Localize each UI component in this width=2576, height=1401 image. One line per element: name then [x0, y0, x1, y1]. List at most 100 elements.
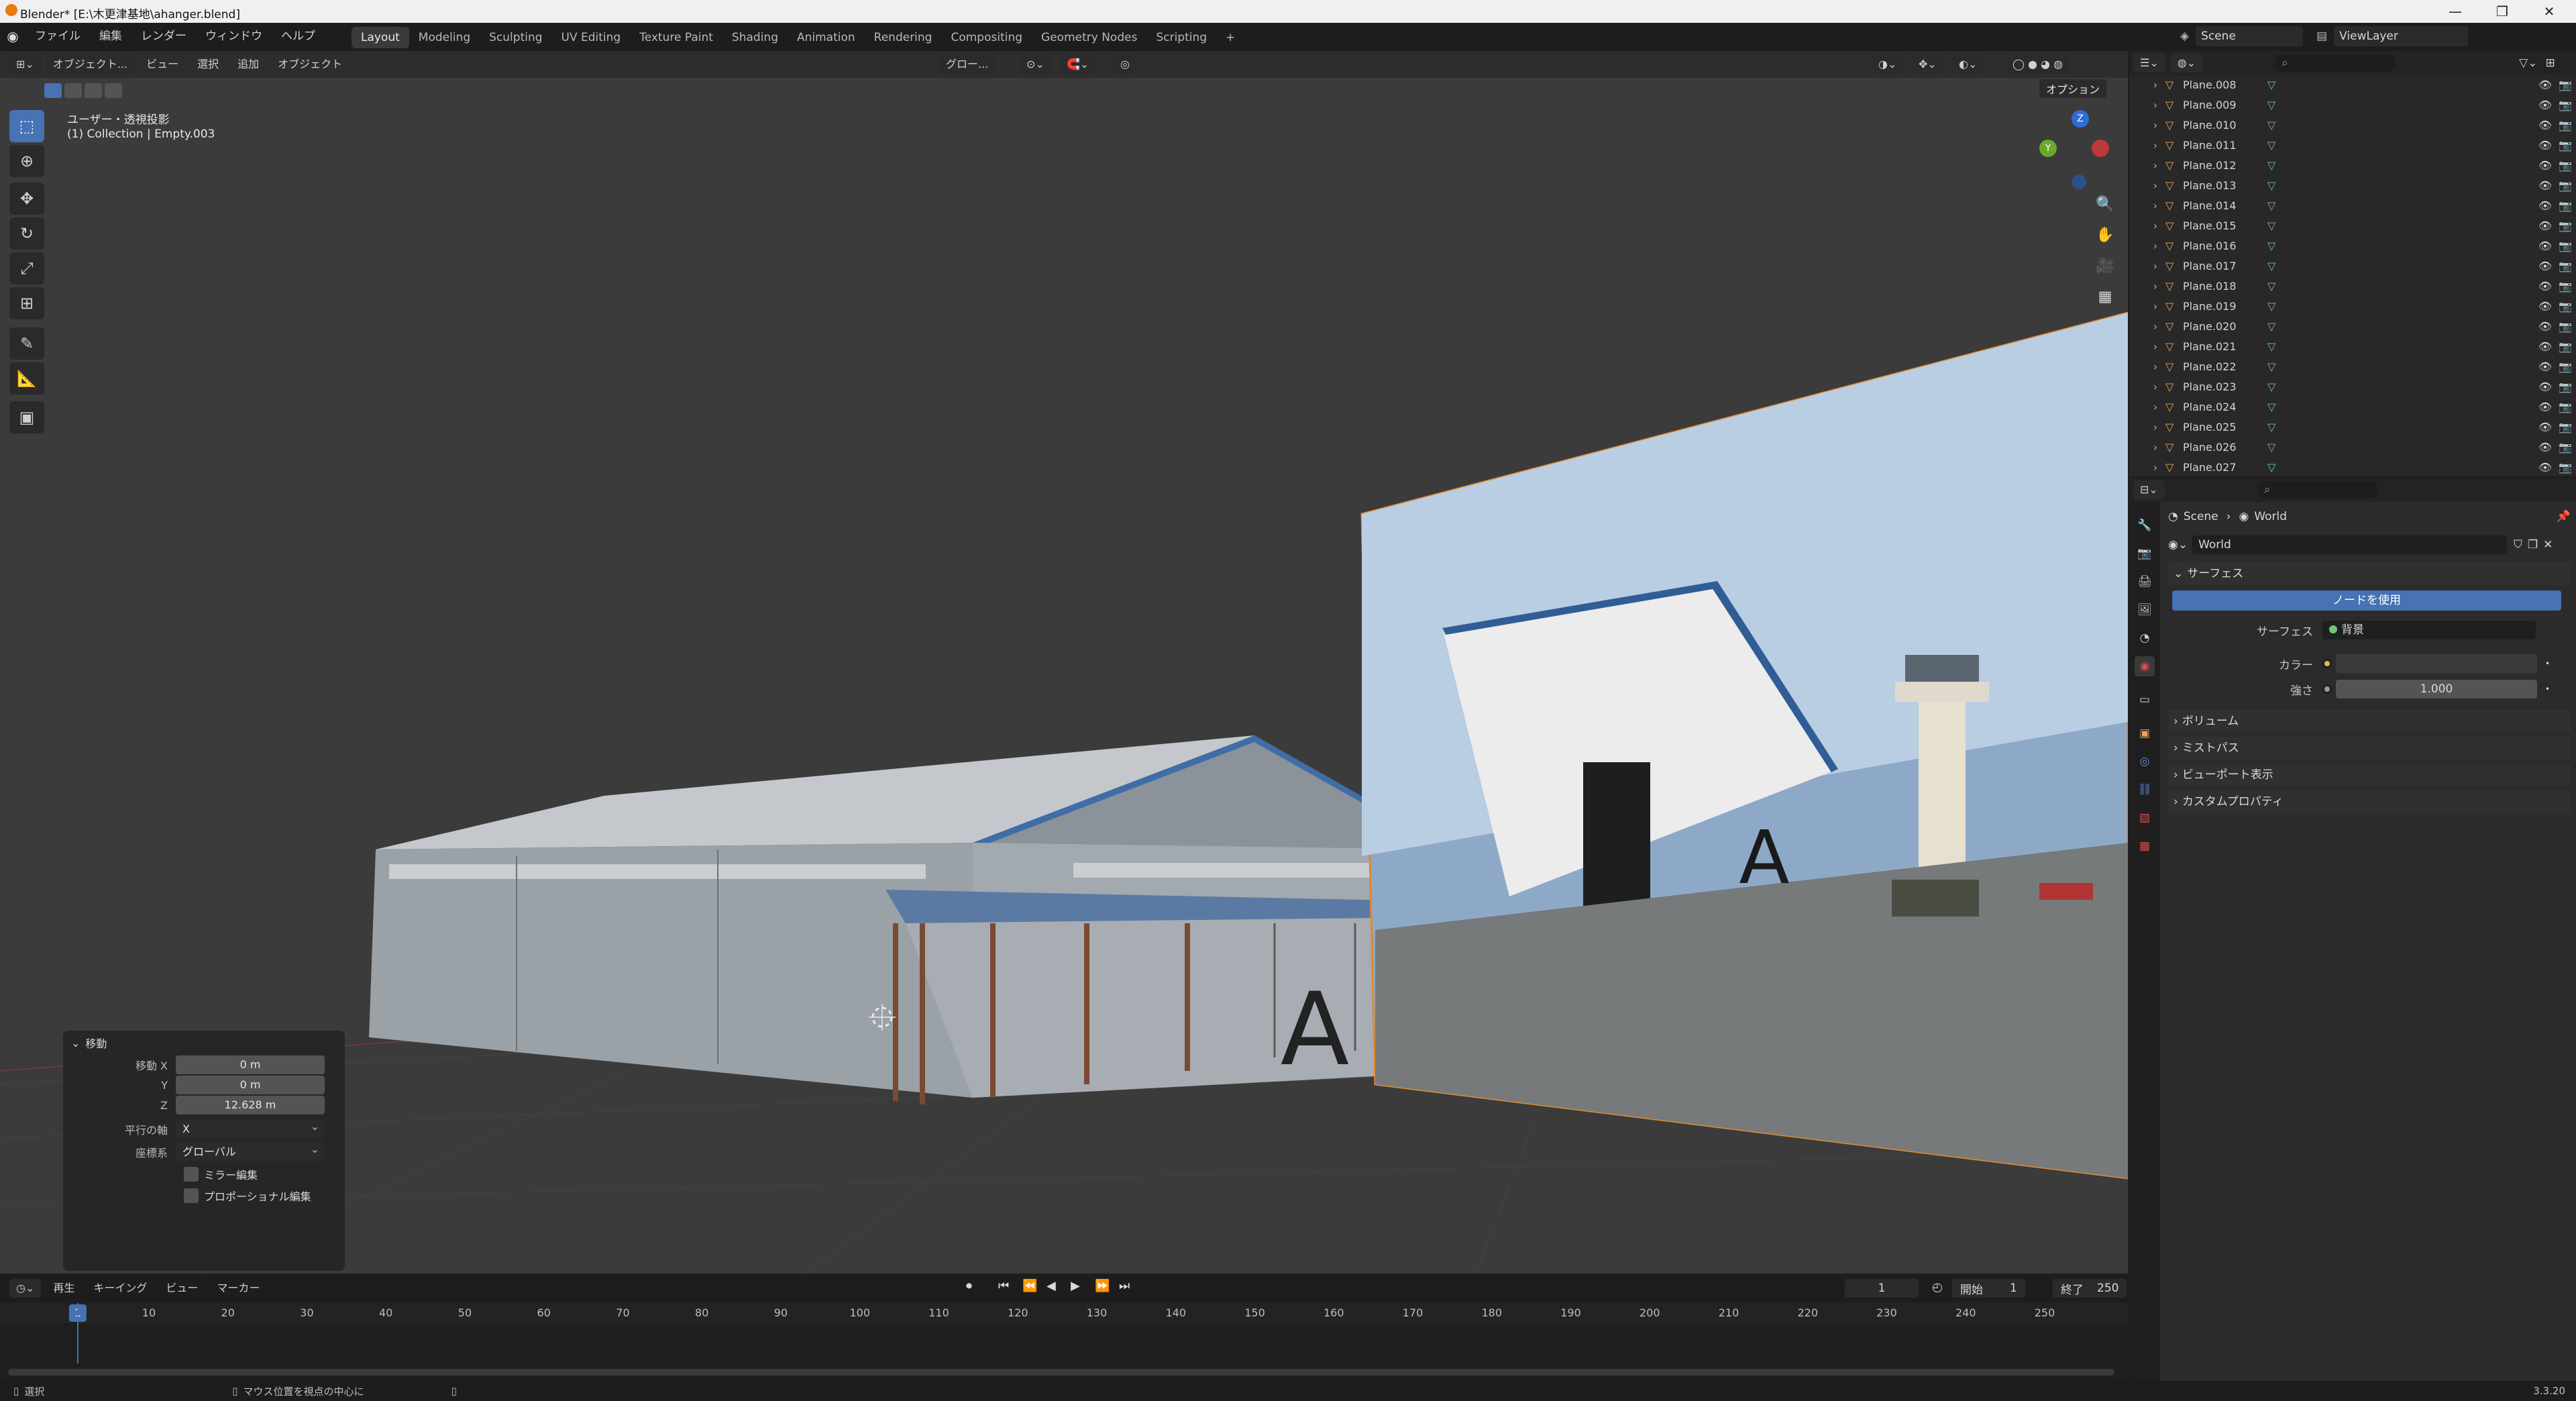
outliner-row[interactable]: › ▽ Plane.012 ▽ 👁 📷 — [2129, 156, 2576, 176]
select-invert-icon[interactable] — [105, 83, 122, 98]
expand-arrow-icon[interactable]: › — [2145, 317, 2165, 337]
render-camera-icon[interactable]: 📷 — [2555, 236, 2576, 256]
outliner-row[interactable]: › ▽ Plane.024 ▽ 👁 📷 — [2129, 397, 2576, 417]
scale-tool-icon[interactable]: ⤢ — [9, 252, 44, 284]
select-extend-icon[interactable] — [64, 83, 82, 98]
snap-icon[interactable]: 🧲⌄ — [1060, 55, 1096, 74]
surface-shader-field[interactable]: 背景 — [2322, 621, 2536, 639]
tab-geometry-nodes[interactable]: Geometry Nodes — [1032, 27, 1146, 48]
current-frame-field[interactable]: 1 — [1845, 1279, 1919, 1298]
render-camera-icon[interactable]: 📷 — [2555, 297, 2576, 317]
expand-arrow-icon[interactable]: › — [2145, 95, 2165, 115]
move-z-field[interactable]: 12.628 m — [176, 1096, 325, 1114]
strength-field[interactable]: 1.000 — [2336, 680, 2537, 698]
fake-user-icon[interactable]: ⛉ — [2514, 538, 2522, 552]
collection-tab-icon[interactable]: ▭ — [2135, 690, 2155, 710]
overlay-toggle-icon[interactable]: ◐⌄ — [1952, 55, 1984, 74]
move-x-field[interactable]: 0 m — [176, 1055, 325, 1074]
collapsed-section-header[interactable]: › ビューポート表示 — [2168, 764, 2571, 786]
outliner-row[interactable]: › ▽ Plane.017 ▽ 👁 📷 — [2129, 256, 2576, 276]
jump-end-icon[interactable]: ⏭ — [1119, 1279, 1143, 1293]
start-frame-field[interactable]: 開始 1 — [1952, 1279, 2025, 1298]
move-y-field[interactable]: 0 m — [176, 1076, 325, 1094]
timeline-editor-type-icon[interactable]: ◷⌄ — [9, 1279, 42, 1298]
pan-hand-icon[interactable]: ✋ — [2092, 227, 2118, 258]
render-camera-icon[interactable]: 📷 — [2555, 357, 2576, 377]
view-layer-name[interactable]: ViewLayer — [2334, 26, 2469, 46]
constraints-tab-icon[interactable]: ⛓ — [2135, 780, 2155, 800]
timeline-menu-0[interactable]: 再生 — [46, 1279, 81, 1298]
timeline-ruler[interactable]: 1102030405060708090100110120130140150160… — [0, 1303, 2128, 1323]
outliner-row[interactable]: › ▽ Plane.016 ▽ 👁 📷 — [2129, 236, 2576, 256]
outliner-row[interactable]: › ▽ Plane.019 ▽ 👁 📷 — [2129, 297, 2576, 317]
viewport-menu-0[interactable]: ビュー — [140, 55, 185, 74]
proportional-checkbox[interactable] — [184, 1188, 199, 1203]
eye-icon[interactable]: 👁 — [2536, 216, 2555, 236]
transform-orientation-dropdown[interactable]: グロー... — [939, 55, 996, 74]
eye-icon[interactable]: 👁 — [2536, 256, 2555, 276]
eye-icon[interactable]: 👁 — [2536, 176, 2555, 196]
expand-arrow-icon[interactable]: › — [2145, 256, 2165, 276]
tab-sculpting[interactable]: Sculpting — [480, 27, 551, 48]
properties-editor-type-icon[interactable]: ⊟⌄ — [2133, 480, 2165, 499]
viewport-menu-1[interactable]: 選択 — [191, 55, 225, 74]
operator-panel-header[interactable]: ⌄ 移動 — [63, 1031, 345, 1055]
filter-icon[interactable]: ▽⌄ — [2519, 56, 2537, 70]
scene-selector[interactable]: ◈ Scene ▤ ViewLayer — [2180, 25, 2469, 47]
expand-arrow-icon[interactable]: › — [2145, 115, 2165, 136]
outliner-row[interactable]: › ▽ Plane.015 ▽ 👁 📷 — [2129, 216, 2576, 236]
gizmo-toggle-icon[interactable]: ✥⌄ — [1912, 55, 1943, 74]
move-tool-icon[interactable]: ✥ — [9, 183, 44, 215]
render-camera-icon[interactable]: 📷 — [2555, 256, 2576, 276]
play-reverse-icon[interactable]: ◀ — [1046, 1279, 1071, 1293]
tab-shading[interactable]: Shading — [722, 27, 788, 48]
properties-editor[interactable]: ⊟⌄ ⌕ 🔧 📷 🖨 🖼 ◔ ◉ ▭ ▣ ◎ ⛓ ▧ ▦ ◔ Scene › ◉… — [2129, 478, 2576, 1381]
texture-tab-icon[interactable]: ▦ — [2135, 836, 2155, 856]
cursor-tool-icon[interactable]: ⊕ — [9, 145, 44, 177]
timeline-menu-3[interactable]: マーカー — [210, 1279, 266, 1298]
viewport-menu-2[interactable]: 追加 — [231, 55, 266, 74]
outliner-row[interactable]: › ▽ Plane.013 ▽ 👁 📷 — [2129, 176, 2576, 196]
eye-icon[interactable]: 👁 — [2536, 95, 2555, 115]
play-icon[interactable]: ▶ — [1071, 1279, 1095, 1293]
jump-keyframe-back-icon[interactable]: ⏪ — [1022, 1279, 1046, 1293]
annotate-tool-icon[interactable]: ✎ — [9, 327, 44, 360]
expand-arrow-icon[interactable]: › — [2145, 276, 2165, 297]
outliner-row[interactable]: › ▽ Plane.008 ▽ 👁 📷 — [2129, 75, 2576, 95]
expand-arrow-icon[interactable]: › — [2145, 397, 2165, 417]
expand-arrow-icon[interactable]: › — [2145, 236, 2165, 256]
physics-tab-icon[interactable]: ◎ — [2135, 751, 2155, 772]
outliner-row[interactable]: › ▽ Plane.027 ▽ 👁 📷 — [2129, 458, 2576, 476]
outliner-row[interactable]: › ▽ Plane.018 ▽ 👁 📷 — [2129, 276, 2576, 297]
data-tab-icon[interactable]: ▧ — [2135, 808, 2155, 828]
render-tab-icon[interactable]: 📷 — [2135, 543, 2155, 564]
outliner-row[interactable]: › ▽ Plane.025 ▽ 👁 📷 — [2129, 417, 2576, 437]
add-workspace-button[interactable]: + — [1216, 27, 1244, 48]
tab-texture-paint[interactable]: Texture Paint — [630, 27, 722, 48]
render-camera-icon[interactable]: 📷 — [2555, 337, 2576, 357]
expand-arrow-icon[interactable]: › — [2145, 75, 2165, 95]
zoom-icon[interactable]: 🔍 — [2092, 196, 2118, 227]
tab-scripting[interactable]: Scripting — [1146, 27, 1216, 48]
outliner-row[interactable]: › ▽ Plane.011 ▽ 👁 📷 — [2129, 136, 2576, 156]
scene-name[interactable]: Scene — [2196, 26, 2304, 46]
eye-icon[interactable]: 👁 — [2536, 236, 2555, 256]
transform-tool-icon[interactable]: ⊞ — [9, 287, 44, 319]
eye-icon[interactable]: 👁 — [2536, 115, 2555, 136]
expand-arrow-icon[interactable]: › — [2145, 196, 2165, 216]
mode-dropdown[interactable]: オブジェクト... — [46, 55, 135, 74]
display-mode-icon[interactable]: ◍⌄ — [2170, 54, 2203, 72]
expand-arrow-icon[interactable]: › — [2145, 337, 2165, 357]
expand-arrow-icon[interactable]: › — [2145, 297, 2165, 317]
select-new-icon[interactable] — [44, 83, 62, 98]
properties-search-input[interactable]: ⌕ — [2257, 481, 2378, 499]
render-camera-icon[interactable]: 📷 — [2555, 377, 2576, 397]
render-camera-icon[interactable]: 📷 — [2555, 458, 2576, 476]
menu-2[interactable]: レンダー — [131, 23, 196, 50]
collapsed-section-header[interactable]: › ミストパス — [2168, 737, 2571, 760]
outliner-row[interactable]: › ▽ Plane.014 ▽ 👁 📷 — [2129, 196, 2576, 216]
object-tab-icon[interactable]: ▣ — [2135, 723, 2155, 743]
visibility-icon[interactable]: ◑⌄ — [1872, 55, 1904, 74]
render-camera-icon[interactable]: 📷 — [2555, 75, 2576, 95]
render-camera-icon[interactable]: 📷 — [2555, 156, 2576, 176]
